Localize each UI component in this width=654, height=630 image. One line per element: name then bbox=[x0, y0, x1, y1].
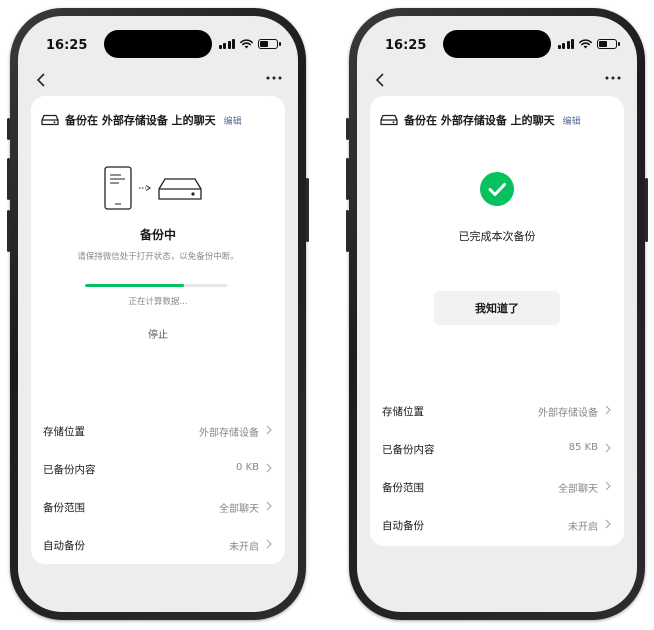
row-value: 未开启 bbox=[229, 542, 259, 553]
chevron-right-icon bbox=[266, 463, 272, 473]
row-value: 85 KB bbox=[568, 442, 598, 453]
status-time: 16:25 bbox=[46, 38, 88, 53]
chevron-left-icon[interactable] bbox=[36, 72, 46, 88]
stop-button[interactable]: 停止 bbox=[31, 326, 285, 341]
chevron-right-icon bbox=[266, 539, 272, 549]
check-circle-icon bbox=[480, 172, 514, 206]
row-value: 全部聊天 bbox=[558, 484, 598, 495]
signal-icon bbox=[557, 39, 574, 49]
row-value: 外部存储设备 bbox=[199, 428, 259, 439]
row-label: 备份范围 bbox=[43, 502, 85, 514]
row-backed-up-content[interactable]: 已备份内容 85 KB bbox=[370, 430, 624, 468]
status-icons bbox=[218, 39, 281, 49]
wifi-icon bbox=[579, 39, 592, 49]
row-label: 自动备份 bbox=[43, 540, 85, 552]
settings-list: 存储位置 外部存储设备 已备份内容 85 KB 备份范围 全部聊天 自动备份 未… bbox=[370, 392, 624, 544]
power-button bbox=[306, 178, 309, 242]
battery-icon bbox=[258, 39, 281, 49]
hard-drive-icon bbox=[380, 114, 398, 126]
chevron-right-icon bbox=[266, 501, 272, 511]
nav-bar bbox=[357, 66, 637, 96]
hard-drive-icon bbox=[158, 178, 202, 200]
status-bar: 16:25 bbox=[18, 16, 298, 66]
chevron-left-icon[interactable] bbox=[375, 72, 385, 88]
row-label: 已备份内容 bbox=[382, 444, 435, 456]
volume-up-button bbox=[346, 158, 349, 200]
card-title: 备份在 外部存储设备 上的聊天 bbox=[65, 114, 216, 127]
settings-list: 存储位置 外部存储设备 已备份内容 0 KB 备份范围 全部聊天 自动备份 未开… bbox=[31, 412, 285, 564]
row-label: 存储位置 bbox=[382, 406, 424, 418]
edit-link[interactable]: 编辑 bbox=[563, 114, 581, 127]
chevron-right-icon bbox=[605, 405, 611, 415]
progress-text: 正在计算数据... bbox=[128, 297, 188, 307]
row-backed-up-content[interactable]: 已备份内容 0 KB bbox=[31, 450, 285, 488]
got-it-button[interactable]: 我知道了 bbox=[434, 291, 560, 325]
progress-fill bbox=[85, 284, 185, 287]
chevron-right-icon bbox=[605, 443, 611, 453]
row-value: 外部存储设备 bbox=[538, 408, 598, 419]
phone-frame-left: 16:25 备份在 外部存储设备 上的聊天 编辑 备份中 请保持微信处于打开状态… bbox=[7, 8, 309, 620]
row-storage-location[interactable]: 存储位置 外部存储设备 bbox=[370, 392, 624, 430]
signal-icon bbox=[218, 39, 235, 49]
row-backup-range[interactable]: 备份范围 全部聊天 bbox=[370, 468, 624, 506]
row-auto-backup[interactable]: 自动备份 未开启 bbox=[370, 506, 624, 544]
status-title: 备份中 bbox=[139, 228, 176, 242]
chevron-right-icon bbox=[605, 481, 611, 491]
status-time: 16:25 bbox=[385, 38, 427, 53]
chevron-right-icon bbox=[605, 519, 611, 529]
hard-drive-icon bbox=[41, 114, 59, 126]
done-message: 已完成本次备份 bbox=[458, 230, 536, 243]
ellipsis-icon[interactable] bbox=[605, 76, 621, 80]
row-label: 自动备份 bbox=[382, 520, 424, 532]
status-description: 请保持微信处于打开状态，以免备份中断。 bbox=[77, 252, 239, 262]
phone-frame-right: 16:25 备份在 外部存储设备 上的聊天 编辑 已完成本次备份 我知道了 存储… bbox=[346, 8, 648, 620]
side-button bbox=[346, 118, 349, 140]
edit-link[interactable]: 编辑 bbox=[224, 114, 242, 127]
card-header: 备份在 外部存储设备 上的聊天 编辑 bbox=[380, 112, 581, 128]
row-storage-location[interactable]: 存储位置 外部存储设备 bbox=[31, 412, 285, 450]
progress-bar bbox=[85, 284, 227, 287]
backup-illustration bbox=[104, 166, 202, 210]
row-label: 备份范围 bbox=[382, 482, 424, 494]
nav-bar bbox=[18, 66, 298, 96]
row-value: 未开启 bbox=[568, 522, 598, 533]
chevron-right-icon bbox=[266, 425, 272, 435]
screen-backup-in-progress: 16:25 备份在 外部存储设备 上的聊天 编辑 备份中 请保持微信处于打开状态… bbox=[18, 16, 298, 612]
volume-up-button bbox=[7, 158, 10, 200]
backup-card: 备份在 外部存储设备 上的聊天 编辑 备份中 请保持微信处于打开状态，以免备份中… bbox=[31, 96, 285, 564]
dynamic-island bbox=[104, 30, 212, 58]
row-backup-range[interactable]: 备份范围 全部聊天 bbox=[31, 488, 285, 526]
wifi-icon bbox=[240, 39, 253, 49]
row-label: 已备份内容 bbox=[43, 464, 96, 476]
row-value: 全部聊天 bbox=[219, 504, 259, 515]
status-bar: 16:25 bbox=[357, 16, 637, 66]
screen-backup-complete: 16:25 备份在 外部存储设备 上的聊天 编辑 已完成本次备份 我知道了 存储… bbox=[357, 16, 637, 612]
backup-card: 备份在 外部存储设备 上的聊天 编辑 已完成本次备份 我知道了 存储位置 外部存… bbox=[370, 96, 624, 546]
ellipsis-icon[interactable] bbox=[266, 76, 282, 80]
power-button bbox=[645, 178, 648, 242]
row-label: 存储位置 bbox=[43, 426, 85, 438]
dynamic-island bbox=[443, 30, 551, 58]
battery-icon bbox=[597, 39, 620, 49]
card-header: 备份在 外部存储设备 上的聊天 编辑 bbox=[41, 112, 242, 128]
volume-down-button bbox=[7, 210, 10, 252]
status-icons bbox=[557, 39, 620, 49]
card-title: 备份在 外部存储设备 上的聊天 bbox=[404, 114, 555, 127]
row-auto-backup[interactable]: 自动备份 未开启 bbox=[31, 526, 285, 564]
volume-down-button bbox=[346, 210, 349, 252]
side-button bbox=[7, 118, 10, 140]
arrow-right-icon bbox=[139, 185, 151, 191]
phone-icon bbox=[104, 166, 132, 210]
row-value: 0 KB bbox=[236, 462, 259, 473]
